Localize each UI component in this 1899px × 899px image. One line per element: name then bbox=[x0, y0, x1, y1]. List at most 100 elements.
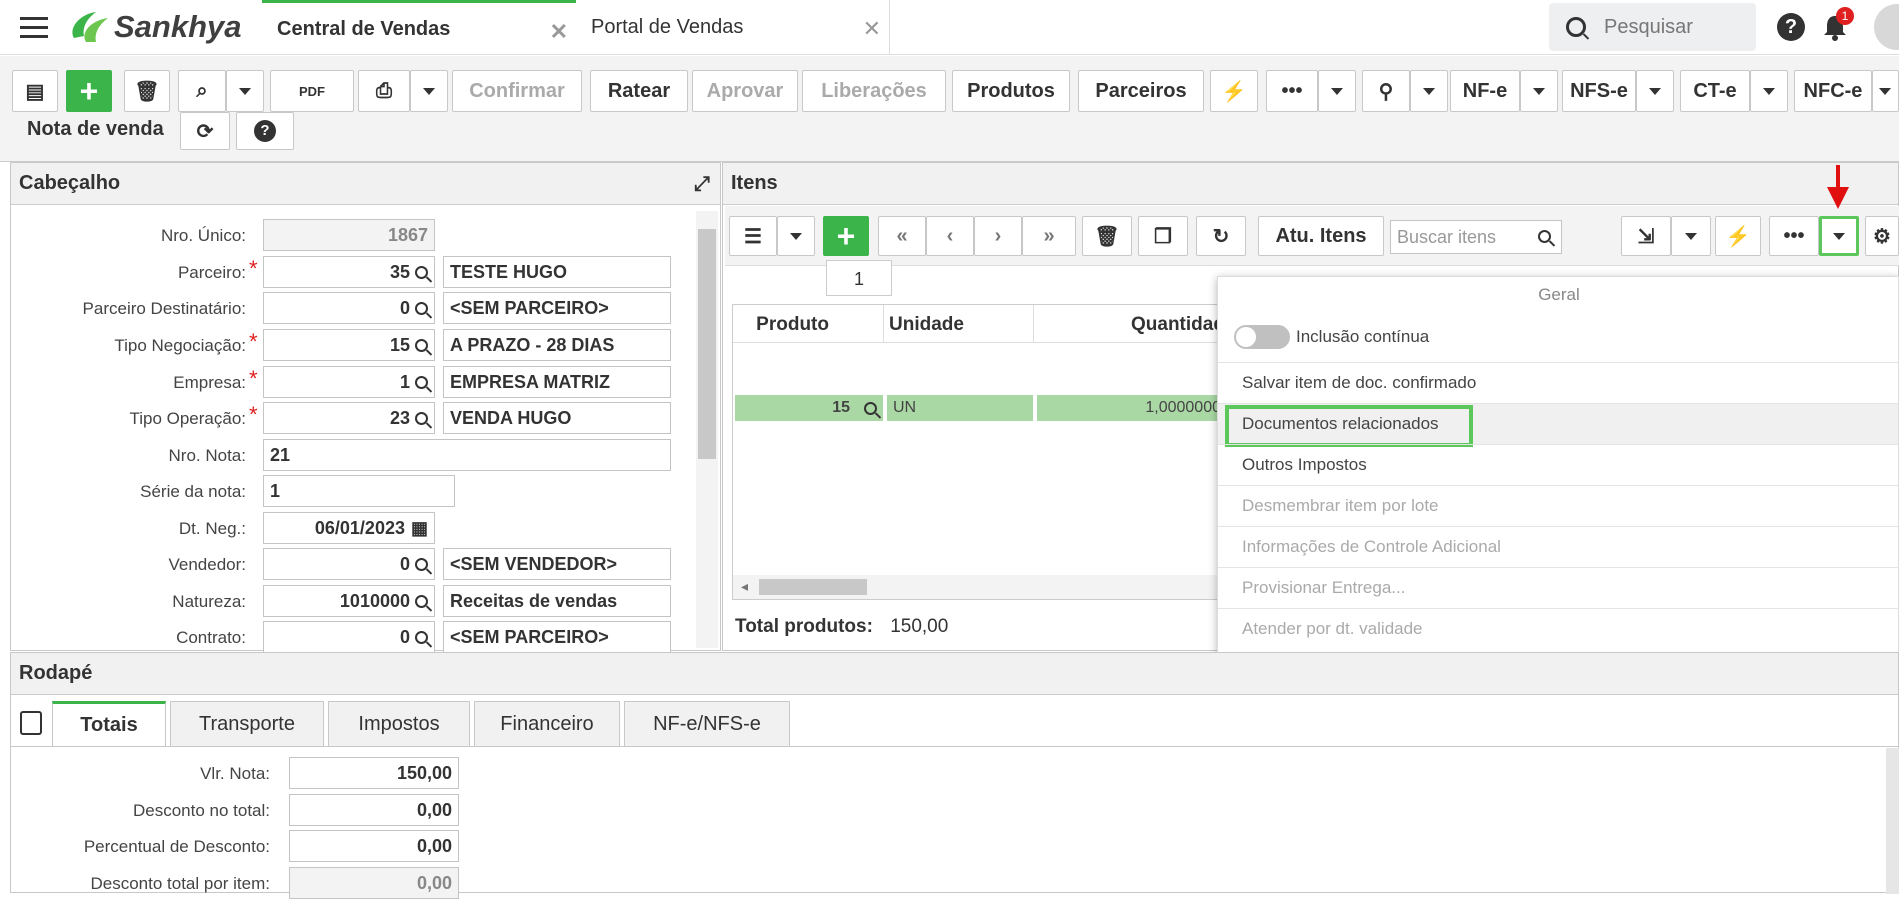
search-icon[interactable] bbox=[415, 265, 428, 279]
close-tab-icon[interactable]: ✕ bbox=[550, 19, 568, 45]
atu-itens-button[interactable]: Atu. Itens bbox=[1258, 216, 1384, 256]
inclusao-continua-toggle[interactable] bbox=[1234, 325, 1290, 349]
export-dropdown-button[interactable] bbox=[1671, 216, 1711, 256]
items-lightning-icon[interactable]: ⚡ bbox=[1715, 216, 1761, 256]
refresh-time-icon[interactable]: ⟳ bbox=[180, 112, 230, 150]
field-value[interactable]: 1 bbox=[263, 475, 455, 507]
help-button-icon[interactable]: ? bbox=[236, 112, 294, 150]
tab-nfe-nfse[interactable]: NF-e/NFS-e bbox=[624, 701, 790, 747]
more-dropdown-button[interactable] bbox=[1318, 70, 1356, 112]
avatar[interactable] bbox=[1874, 4, 1899, 50]
produtos-button[interactable]: Produtos bbox=[952, 70, 1070, 112]
field-value[interactable]: 1010000 bbox=[263, 585, 435, 617]
items-search-input[interactable]: Buscar itens bbox=[1390, 220, 1562, 254]
menu-item-atender-validade[interactable]: Atender por dt. validade bbox=[1218, 608, 1898, 649]
search-icon[interactable] bbox=[415, 411, 428, 425]
nfce-button[interactable]: NFC-e bbox=[1794, 70, 1872, 112]
cte-button[interactable]: CT-e bbox=[1680, 70, 1750, 112]
parceiros-button[interactable]: Parceiros bbox=[1078, 70, 1204, 112]
search-icon[interactable] bbox=[415, 375, 428, 389]
hamburger-menu-icon[interactable] bbox=[20, 17, 48, 39]
cte-dropdown-button[interactable] bbox=[1750, 70, 1788, 112]
field-value[interactable]: 1 bbox=[263, 366, 435, 398]
search-icon[interactable] bbox=[415, 301, 428, 315]
export-icon[interactable]: ⇲ bbox=[1621, 216, 1671, 256]
tab-central-de-vendas[interactable]: Central de Vendas ✕ bbox=[262, 0, 576, 55]
items-more-icon[interactable]: ••• bbox=[1769, 216, 1819, 256]
help-icon[interactable]: ? bbox=[1777, 13, 1805, 41]
last-page-icon[interactable]: » bbox=[1022, 216, 1076, 256]
list-view-icon[interactable]: ☰ bbox=[729, 216, 777, 256]
more-options-icon[interactable]: ••• bbox=[1266, 70, 1318, 112]
bell-icon[interactable]: 1 bbox=[1822, 7, 1854, 41]
lightning-icon[interactable]: ⚡ bbox=[1210, 70, 1258, 112]
menu-item-salvar[interactable]: Salvar item de doc. confirmado bbox=[1218, 362, 1898, 403]
tab-financeiro[interactable]: Financeiro bbox=[474, 701, 620, 747]
tab-transporte[interactable]: Transporte bbox=[170, 701, 324, 747]
list-view-dropdown-button[interactable] bbox=[777, 216, 815, 256]
previous-page-icon[interactable]: ‹ bbox=[926, 216, 974, 256]
nfce-dropdown-button[interactable] bbox=[1872, 70, 1899, 112]
footer-field-value[interactable]: 0,00 bbox=[289, 794, 459, 826]
delete-icon[interactable]: 🗑 bbox=[124, 70, 170, 112]
footer-field-value[interactable]: 150,00 bbox=[289, 757, 459, 789]
map-icon[interactable]: ⚲ bbox=[1362, 70, 1410, 112]
tab-impostos[interactable]: Impostos bbox=[328, 701, 470, 747]
ratear-button[interactable]: Ratear bbox=[590, 70, 688, 112]
menu-item-desmembrar[interactable]: Desmembrar item por lote bbox=[1218, 485, 1898, 526]
column-produto[interactable]: Produto bbox=[756, 314, 829, 336]
column-unidade[interactable]: Unidade bbox=[889, 314, 964, 336]
add-button[interactable]: + bbox=[66, 70, 112, 112]
tab-totais[interactable]: Totais bbox=[52, 701, 166, 747]
print-dropdown-button[interactable] bbox=[410, 70, 448, 112]
tab-portal-de-vendas[interactable]: Portal de Vendas ✕ bbox=[576, 0, 890, 55]
next-page-icon[interactable]: › bbox=[974, 216, 1022, 256]
field-value[interactable]: 15 bbox=[263, 329, 435, 361]
print-icon[interactable]: ⎙ bbox=[358, 70, 410, 112]
field-value[interactable]: 0 bbox=[263, 548, 435, 580]
expand-icon[interactable]: ⤢ bbox=[694, 173, 710, 196]
field-value[interactable]: 06/01/2023 ▦ bbox=[263, 512, 435, 544]
nfse-button[interactable]: NFS-e bbox=[1562, 70, 1636, 112]
map-dropdown-button[interactable] bbox=[1410, 70, 1448, 112]
table-row[interactable]: 15 UN 1,0000000 bbox=[735, 395, 1223, 421]
search-dropdown-button[interactable] bbox=[226, 70, 264, 112]
settings-gear-icon[interactable]: ⚙ bbox=[1865, 216, 1899, 256]
duplicate-icon[interactable]: ❐ bbox=[1138, 216, 1188, 256]
sankhya-logo[interactable]: Sankhya bbox=[66, 8, 242, 46]
search-icon[interactable] bbox=[415, 338, 428, 352]
nfse-dropdown-button[interactable] bbox=[1636, 70, 1674, 112]
add-item-button[interactable]: + bbox=[823, 216, 869, 256]
items-more-dropdown-button[interactable] bbox=[1819, 216, 1859, 256]
menu-item-controle-adicional[interactable]: Informações de Controle Adicional bbox=[1218, 526, 1898, 567]
confirmar-button[interactable]: Confirmar bbox=[452, 70, 582, 112]
nfe-button[interactable]: NF-e bbox=[1450, 70, 1520, 112]
field-value[interactable]: 0 bbox=[263, 621, 435, 653]
grid-hscrollbar[interactable]: ◂ bbox=[733, 575, 1223, 599]
liberacoes-button[interactable]: Liberações bbox=[802, 70, 946, 112]
global-search-input[interactable]: Pesquisar bbox=[1549, 3, 1756, 51]
delete-item-icon[interactable]: 🗑 bbox=[1082, 216, 1132, 256]
field-value[interactable]: 0 bbox=[263, 292, 435, 324]
nfe-dropdown-button[interactable] bbox=[1520, 70, 1558, 112]
first-page-icon[interactable]: « bbox=[878, 216, 926, 256]
field-value[interactable]: 35 bbox=[263, 256, 435, 288]
search-icon[interactable] bbox=[415, 557, 428, 571]
menu-item-outros-impostos[interactable]: Outros Impostos bbox=[1218, 444, 1898, 485]
header-scrollbar[interactable] bbox=[696, 211, 718, 648]
field-value[interactable]: 23 bbox=[263, 402, 435, 434]
calendar-icon[interactable]: ▦ bbox=[411, 518, 428, 539]
pdf-icon[interactable]: PDF bbox=[270, 70, 354, 112]
footer-field-value[interactable]: 0,00 bbox=[289, 830, 459, 862]
refresh-icon[interactable]: ↻ bbox=[1196, 216, 1246, 256]
copy-icon[interactable] bbox=[20, 711, 42, 735]
close-tab-icon[interactable]: ✕ bbox=[863, 16, 881, 42]
search-icon[interactable] bbox=[415, 630, 428, 644]
menu-item-provisionar-entrega[interactable]: Provisionar Entrega... bbox=[1218, 567, 1898, 608]
footer-scrollbar[interactable] bbox=[1886, 748, 1899, 894]
new-document-icon[interactable]: ▤ bbox=[12, 70, 58, 112]
search-document-icon[interactable]: ⌕ bbox=[178, 70, 226, 112]
aprovar-button[interactable]: Aprovar bbox=[692, 70, 798, 112]
field-value[interactable]: 21 bbox=[263, 439, 671, 471]
search-icon[interactable] bbox=[415, 594, 428, 608]
